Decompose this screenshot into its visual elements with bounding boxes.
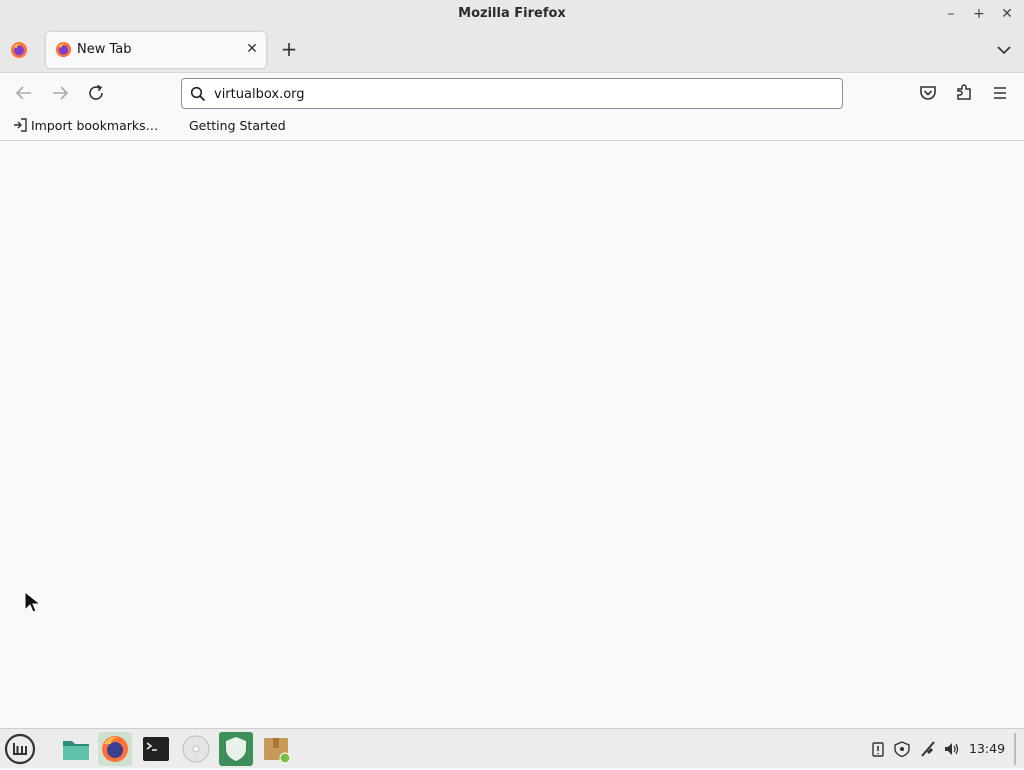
- disc-icon[interactable]: [179, 732, 213, 766]
- close-window-button[interactable]: ✕: [997, 4, 1017, 24]
- window-title: Mozilla Firefox: [458, 6, 566, 21]
- search-icon: [190, 86, 206, 102]
- firefox-window: Mozilla Firefox – + ✕ New Tab ✕ + virtua…: [0, 0, 1024, 728]
- hamburger-menu-icon[interactable]: [988, 81, 1012, 105]
- address-bar[interactable]: [181, 78, 843, 109]
- close-tab-icon[interactable]: ✕: [244, 41, 260, 57]
- extensions-icon[interactable]: [952, 81, 976, 105]
- volume-icon[interactable]: [943, 741, 961, 757]
- chevron-down-icon[interactable]: [994, 40, 1014, 60]
- clock[interactable]: 13:49: [969, 741, 1005, 756]
- network-icon[interactable]: [919, 741, 937, 757]
- back-arrow-icon[interactable]: [12, 81, 36, 105]
- import-bookmarks-label: Import bookmarks…: [31, 118, 159, 133]
- pocket-icon[interactable]: [916, 81, 940, 105]
- terminal-icon[interactable]: [139, 732, 173, 766]
- firefox-view-icon[interactable]: [10, 41, 28, 59]
- shield-icon: [226, 737, 246, 761]
- page-content[interactable]: [0, 141, 1024, 728]
- firefox-icon: [55, 41, 72, 58]
- forward-arrow-icon[interactable]: [48, 81, 72, 105]
- title-bar: Mozilla Firefox – + ✕: [0, 0, 1024, 28]
- import-icon: [14, 118, 27, 132]
- show-desktop-button[interactable]: [1014, 733, 1016, 765]
- tab-new-tab[interactable]: New Tab ✕: [46, 32, 266, 68]
- firefox-taskbar-button[interactable]: [98, 732, 132, 766]
- import-bookmarks-button[interactable]: Import bookmarks…: [12, 118, 158, 133]
- clipboard-icon[interactable]: [869, 741, 887, 757]
- tab-label: New Tab: [77, 42, 132, 57]
- security-taskbar-button[interactable]: [219, 732, 253, 766]
- taskbar: 13:49: [0, 728, 1024, 768]
- navigation-toolbar: [0, 72, 1024, 112]
- new-tab-button[interactable]: +: [279, 39, 299, 60]
- maximize-button[interactable]: +: [969, 4, 989, 24]
- url-input[interactable]: [214, 83, 814, 105]
- getting-started-label: Getting Started: [189, 118, 286, 133]
- shield-tray-icon[interactable]: [893, 741, 911, 757]
- package-icon[interactable]: [259, 732, 293, 766]
- mouse-cursor-icon: [24, 590, 42, 613]
- bookmarks-toolbar: Import bookmarks… Getting Started: [0, 112, 1024, 141]
- bookmark-getting-started[interactable]: Getting Started: [189, 118, 286, 133]
- firefox-icon: [102, 736, 128, 762]
- files-icon[interactable]: [59, 732, 93, 766]
- tab-strip: New Tab ✕ +: [0, 28, 1024, 72]
- menu-icon[interactable]: [3, 732, 37, 766]
- reload-icon[interactable]: [84, 81, 108, 105]
- minimize-button[interactable]: –: [941, 4, 961, 24]
